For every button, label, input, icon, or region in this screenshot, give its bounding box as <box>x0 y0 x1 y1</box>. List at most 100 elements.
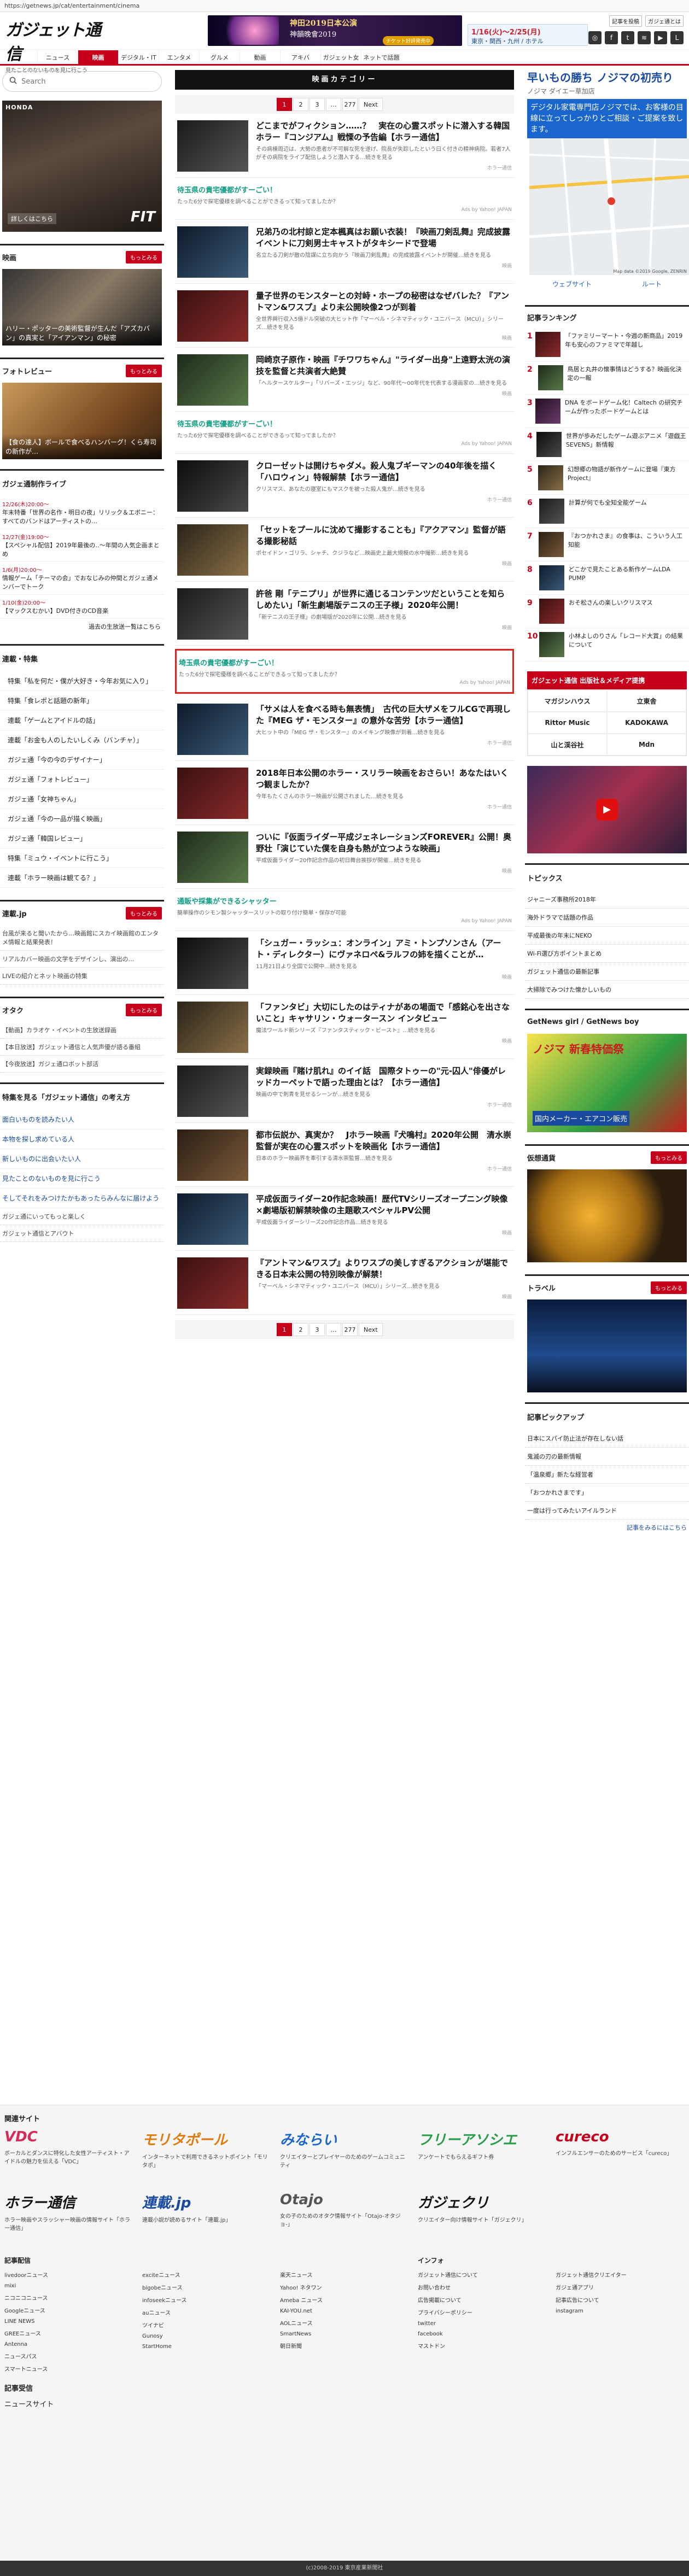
topic-item[interactable]: ガジェット通信の最新記事 <box>525 963 689 981</box>
tokusyu-item[interactable]: そしてそれをみつけたかもあったらみんなに届けよう <box>0 1189 164 1208</box>
footer-link[interactable]: SmartNews <box>280 2329 406 2339</box>
footer-link[interactable]: ツイナビ <box>142 2319 268 2331</box>
article-title[interactable]: 都市伝説か、真実か？ Jホラー映画『犬鳴村』2020年公開 清水崇監督が実在の心… <box>256 1129 512 1152</box>
twitter-icon[interactable]: t <box>621 31 634 44</box>
page-link[interactable]: 1 <box>277 1323 292 1336</box>
related-site[interactable]: cureco インフルエンサーのためのサービス「cureco」 <box>556 2129 681 2170</box>
topic-item[interactable]: Wi-Fi選び方ポイントまとめ <box>525 945 689 963</box>
otaku-item[interactable]: 【本日放送】ガジェット通信と人気声優が語る番組 <box>0 1039 164 1056</box>
partner-logo[interactable]: マガジンハウス <box>528 690 607 712</box>
footer-link[interactable]: ニュースパス <box>4 2350 130 2362</box>
article-thumbnail[interactable] <box>177 1065 248 1117</box>
topic-item[interactable]: ジャニーズ事務所2018年 <box>525 891 689 909</box>
rank-title[interactable]: 「ファミリーマート・今週の新商品」2019年も安心のファミマで年越し <box>565 332 687 349</box>
ent-item[interactable]: リアルカバー映画の文学をデザインし、演出の… <box>0 951 164 968</box>
footer-link[interactable]: AOLニュース <box>280 2316 406 2329</box>
series-item[interactable]: ガジェ通「韓国レビュー」 <box>0 829 164 848</box>
footer-link[interactable]: mixi <box>4 2281 130 2291</box>
footer-link[interactable]: livedoorニュース <box>4 2268 130 2281</box>
series-item[interactable]: 連載「ホラー映画は観てる？」 <box>0 868 164 888</box>
series-item[interactable]: 連載「ゲームとアイドルの話」 <box>0 711 164 730</box>
play-icon[interactable]: ▶ <box>596 799 618 821</box>
sponsored-item[interactable]: 待玉県の貴宅優都がすーごい！ たった6分で探宅優様を調べることができるって知ってま… <box>175 178 514 220</box>
footer-link[interactable]: 広告掲載について <box>418 2293 544 2306</box>
crypto-more-button[interactable]: もっとみる <box>651 1151 687 1164</box>
rank-item[interactable]: 7 『おつかれさま』の食事は、こういう人工知能 <box>525 528 689 561</box>
footer-link[interactable]: bigobeニュース <box>142 2281 268 2293</box>
footer-link[interactable]: Ameba ニュース <box>280 2293 406 2306</box>
article-title[interactable]: 兄弟乃の北村諒と定本楓真はお願い衣装！『映画刀剣乱舞』完成披露イベントに刀剣男士… <box>256 226 512 249</box>
article-title[interactable]: 2018年日本公開のホラー・スリラー映画をおさらい！あなたはいくつ観ましたか？ <box>256 768 512 791</box>
route-button[interactable]: ルート <box>642 279 662 289</box>
hotel-banner-ad[interactable]: 1/16(火)〜2/25(月) 東京・関西・九州 / ホテル <box>468 24 588 46</box>
instagram-icon[interactable]: ◎ <box>588 31 602 44</box>
article-thumbnail[interactable] <box>177 524 248 576</box>
pickup-item[interactable]: 鬼滅の刃の最新情報 <box>525 1448 689 1466</box>
article-item[interactable]: どこまでがフィクション……？ 実在の心霊スポットに潜入する韓国ホラー『コンジアム… <box>175 114 514 178</box>
rank-title[interactable]: 計算が何でも全知全能ゲーム <box>569 499 647 507</box>
nav-item[interactable]: ネットで話題 <box>361 50 401 64</box>
footer-link[interactable]: Antenna <box>4 2339 130 2350</box>
article-item[interactable]: ついに『仮面ライダー平成ジェネレーションズFOREVER』公開！奥野壮「演じてい… <box>175 825 514 889</box>
page-link[interactable]: 1 <box>277 98 292 111</box>
related-site-logo[interactable]: モリタポール <box>142 2129 268 2149</box>
sponsored-item[interactable]: 待玉県の貴宅優都がすーごい！ たった6分で探宅優様を調べることができるって知ってま… <box>175 412 514 454</box>
rank-title[interactable]: 世界が歩みだしたゲーム遊ぶアニメ「遊戯王SEVENS」新情報 <box>566 432 687 449</box>
related-site-logo[interactable]: フリーアソシエ <box>418 2129 544 2149</box>
ent-item[interactable]: LIVEの紹介とネット映画の特集 <box>0 968 164 985</box>
footer-link[interactable]: 記事広告について <box>556 2293 681 2306</box>
article-thumbnail[interactable] <box>177 1193 248 1245</box>
article-item[interactable]: 平成仮面ライダー20作記念映画！歴代TVシリーズオープニング映像×劇場版初解禁映… <box>175 1187 514 1251</box>
topic-item[interactable]: 大掃除でみつけた懐かしいもの <box>525 981 689 999</box>
article-title[interactable]: 『アントマン&ワスプ』よりワスプの美しすぎるアクションが堪能できる日本未公開の特… <box>256 1257 512 1280</box>
website-button[interactable]: ウェブサイト <box>552 279 592 289</box>
ent-more-button[interactable]: もっとみる <box>126 907 162 920</box>
article-item[interactable]: クローゼットは開けちゃダメ。殺人鬼ブギーマンの40年後を描く「ハロウィン」特報解… <box>175 454 514 518</box>
nojima-ad[interactable]: ノジマ 新春特価祭 国内メーカー・エアコン販売 <box>527 1034 687 1132</box>
otaku-more-button[interactable]: もっとみる <box>126 1004 162 1016</box>
rank-title[interactable]: 鳥居と丸井の懐事情はどうする？映画化決定の一報 <box>568 365 687 383</box>
footer-link[interactable]: Googleニュース <box>4 2304 130 2316</box>
crypto-feature[interactable] <box>527 1169 687 1262</box>
series-item[interactable]: ガジェ通「今の一品が描く映画」 <box>0 809 164 829</box>
partner-logo[interactable]: 山と渓谷社 <box>528 734 607 756</box>
related-site[interactable]: みならい クリエイターとプレイヤーのためのゲームコミュニティ <box>280 2129 406 2170</box>
nav-item[interactable]: デジタル・IT <box>118 50 159 64</box>
article-thumbnail[interactable] <box>177 1257 248 1309</box>
kabuki-banner-ad[interactable]: 神田2019日本公演 神韻晚會2019 チケット好評発売中 <box>208 15 462 46</box>
article-item[interactable]: 「サメは人を食べる時も無表情」 古代の巨大ザメをフルCGで再現した『MEG ザ・… <box>175 697 514 761</box>
rss-icon[interactable]: ≋ <box>638 31 651 44</box>
youtube-icon[interactable]: ▶ <box>654 31 667 44</box>
article-thumbnail[interactable] <box>177 704 248 755</box>
pickup-item[interactable]: 一度は行ってみたいアイルランド <box>525 1502 689 1520</box>
article-title[interactable]: 許爸 剛「テニプリ」が世界に通じるコンテンツだということを知らしめたい」「新生劇… <box>256 588 512 611</box>
rank-item[interactable]: 1 「ファミリーマート・今週の新商品」2019年も安心のファミマで年越し <box>525 328 689 361</box>
article-item[interactable]: 許爸 剛「テニプリ」が世界に通じるコンテンツだということを知らしめたい」「新生劇… <box>175 582 514 646</box>
tokusyu-item[interactable]: 見たことのないものを見に行こう <box>0 1169 164 1189</box>
travel-feature[interactable] <box>527 1299 687 1392</box>
footer-link[interactable]: ガジェット通信について <box>418 2268 544 2281</box>
article-item[interactable]: 「シュガー・ラッシュ：オンライン」アミ・トンプソンさん（アート・ディレクター）に… <box>175 931 514 995</box>
page-link[interactable]: … <box>326 98 341 111</box>
pickup-more-link[interactable]: 記事をみるにはこちら <box>525 1520 689 1535</box>
footer-link[interactable]: プライバシーポリシー <box>418 2306 544 2319</box>
rank-item[interactable]: 9 おそ松さんの楽しいクリスマス <box>525 595 689 628</box>
article-title[interactable]: 平成仮面ライダー20作記念映画！歴代TVシリーズオープニング映像×劇場版初解禁映… <box>256 1193 512 1216</box>
related-site[interactable]: ガジェクリ クリエイター向け情報サイト「ガジェクリ」 <box>418 2192 544 2233</box>
footer-link[interactable]: ガジェ通アプリ <box>556 2281 681 2293</box>
rank-item[interactable]: 6 計算が何でも全知全能ゲーム <box>525 495 689 528</box>
live-item[interactable]: 12/27(金)19:00〜 【スペシャル配信】2019年最後の‥〜年間の人気企画… <box>0 529 164 562</box>
otaku-item[interactable]: 【今夜放送】ガジェ通ロボット部活 <box>0 1056 164 1073</box>
rank-title[interactable]: 小林よしのりさん「レコード大賞」の結果について <box>569 632 687 649</box>
photo-more-button[interactable]: もっとみる <box>126 365 162 377</box>
related-site-logo[interactable]: 連載.jp <box>142 2192 268 2212</box>
article-title[interactable]: 岡崎京子原作・映画『チワワちゃん』"ライダー出身"上遠野太洸の演技を監督と共演者… <box>256 354 512 377</box>
site-logo[interactable]: ガジェット通信 見たことのないものを見に行こう <box>5 16 104 74</box>
article-thumbnail[interactable] <box>177 588 248 640</box>
nav-item[interactable]: ガジェット女子 <box>320 50 361 77</box>
page-link[interactable]: Next <box>359 1323 383 1336</box>
rank-item[interactable]: 2 鳥居と丸井の懐事情はどうする？映画化決定の一報 <box>525 361 689 395</box>
page-link[interactable]: … <box>326 1323 341 1336</box>
sponsored-title[interactable]: 通販や採集ができるシャッター <box>177 895 512 906</box>
article-title[interactable]: 「ファンタビ」大切にしたのはティナがあの場面で「感銘心を出さないこと」キャサリン… <box>256 1002 512 1024</box>
